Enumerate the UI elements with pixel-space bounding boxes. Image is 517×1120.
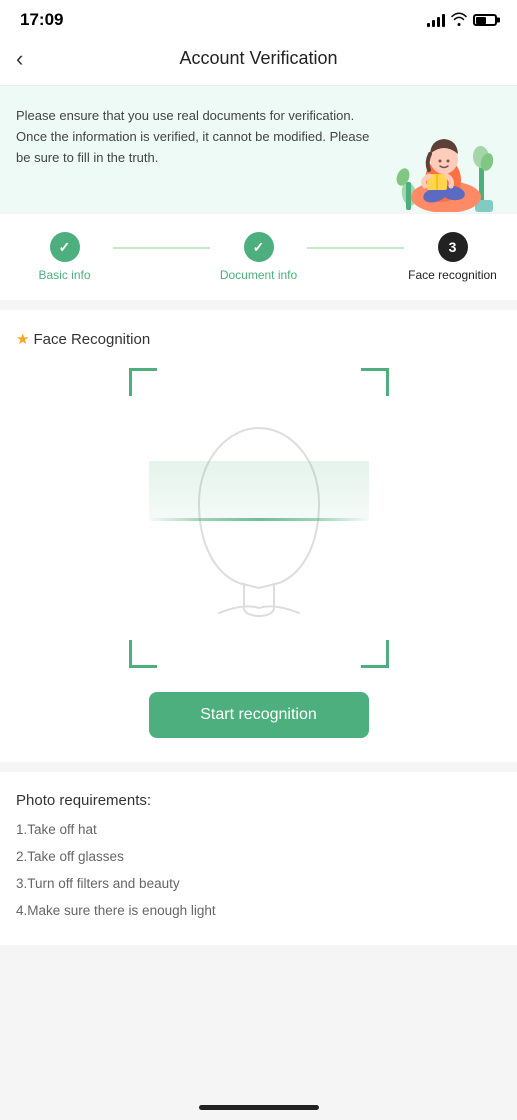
required-asterisk: ★: [16, 331, 29, 348]
corner-tr: [361, 368, 389, 396]
banner-illustration: [391, 102, 501, 212]
step-3-label: Face recognition: [408, 268, 497, 282]
step-line-1: [113, 247, 210, 249]
home-indicator: [199, 1105, 319, 1110]
step-1-label: Basic info: [38, 268, 90, 282]
stepper: ✓ Basic info ✓ Document info 3 Face reco…: [0, 214, 517, 300]
requirements-card: Photo requirements: 1.Take off hat 2.Tak…: [0, 772, 517, 945]
header: ‹ Account Verification: [0, 36, 517, 86]
page-title: Account Verification: [179, 48, 337, 69]
start-recognition-button[interactable]: Start recognition: [149, 692, 369, 738]
signal-icon: [427, 13, 445, 27]
back-button[interactable]: ‹: [16, 48, 23, 70]
battery-icon: [473, 14, 497, 26]
corner-bl: [129, 640, 157, 668]
step-line-2: [307, 247, 404, 249]
face-scanner: [129, 368, 389, 668]
step-3: 3 Face recognition: [404, 232, 501, 282]
req-item-4: 4.Make sure there is enough light: [16, 902, 501, 921]
step-3-circle: 3: [438, 232, 468, 262]
corner-tl: [129, 368, 157, 396]
scan-glow: [149, 461, 369, 521]
status-time: 17:09: [20, 10, 63, 30]
step-1-circle: ✓: [50, 232, 80, 262]
corner-br: [361, 640, 389, 668]
step-2: ✓ Document info: [210, 232, 307, 282]
req-item-1: 1.Take off hat: [16, 821, 501, 840]
banner-text: Please ensure that you use real document…: [16, 102, 381, 168]
banner: Please ensure that you use real document…: [0, 86, 517, 212]
status-icons: [427, 12, 497, 29]
requirements-list: 1.Take off hat 2.Take off glasses 3.Turn…: [16, 821, 501, 921]
req-item-2: 2.Take off glasses: [16, 848, 501, 867]
step-2-circle: ✓: [244, 232, 274, 262]
scan-line: [149, 518, 369, 521]
face-card-title: ★Face Recognition: [16, 330, 501, 348]
face-recognition-card: ★Face Recognition Start recognition: [0, 310, 517, 762]
step-1: ✓ Basic info: [16, 232, 113, 282]
step-2-label: Document info: [220, 268, 297, 282]
requirements-title: Photo requirements:: [16, 792, 501, 809]
wifi-icon: [451, 12, 467, 29]
req-item-3: 3.Turn off filters and beauty: [16, 875, 501, 894]
status-bar: 17:09: [0, 0, 517, 36]
